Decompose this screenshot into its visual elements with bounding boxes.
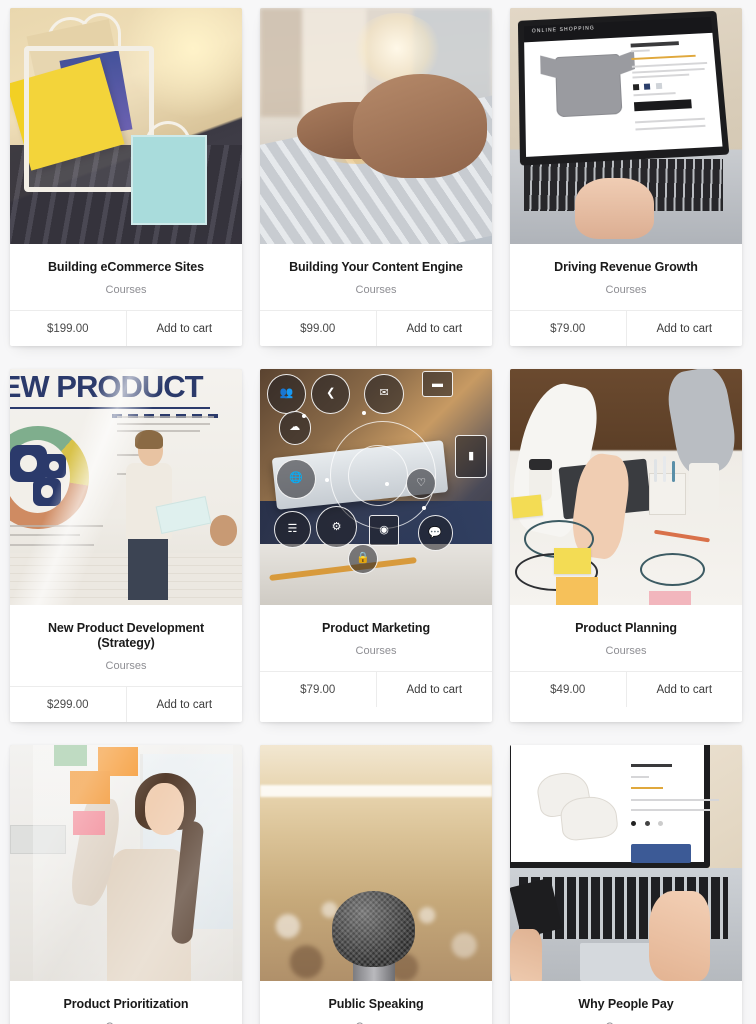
product-grid: Building eCommerce Sites Courses $199.00… — [0, 0, 756, 1024]
product-card[interactable]: 👥 ❮ ✉ ☁ 🌐 ☴ ⚙ ◉ 💬 ▮ 🔒 ▬ ♡ Product Market… — [260, 369, 492, 722]
product-info: Driving Revenue Growth Courses — [510, 244, 742, 310]
product-info: Building Your Content Engine Courses — [260, 244, 492, 310]
product-image[interactable] — [260, 8, 492, 244]
digital-marketing-icons-photo: 👥 ❮ ✉ ☁ 🌐 ☴ ⚙ ◉ 💬 ▮ 🔒 ▬ ♡ — [260, 369, 492, 605]
product-image[interactable]: 👥 ❮ ✉ ☁ 🌐 ☴ ⚙ ◉ 💬 ▮ 🔒 ▬ ♡ — [260, 369, 492, 605]
product-price: $79.00 — [260, 672, 377, 707]
add-to-cart-button[interactable]: Add to cart — [377, 311, 493, 346]
add-to-cart-button[interactable]: Add to cart — [627, 672, 743, 707]
woman-sticky-notes-glass-photo — [10, 745, 242, 981]
globe-icon: 🌐 — [276, 458, 316, 499]
product-card[interactable]: Why People Pay Courses $79.00 Add to car… — [510, 745, 742, 1024]
mail-icon: ✉ — [364, 373, 404, 414]
laptop-shop-page-photo: ONLINE SHOPPING — [510, 8, 742, 244]
product-info: Building eCommerce Sites Courses — [10, 244, 242, 310]
wifi-icon: ☴ — [273, 510, 312, 549]
add-to-cart-button[interactable]: Add to cart — [627, 311, 743, 346]
product-category: Courses — [105, 284, 147, 296]
product-title: Product Planning — [575, 621, 677, 635]
product-image[interactable] — [10, 8, 242, 244]
product-card[interactable]: Building Your Content Engine Courses $99… — [260, 8, 492, 346]
product-footer: $99.00 Add to cart — [260, 310, 492, 346]
scene-shop-header: ONLINE SHOPPING — [532, 25, 596, 34]
add-to-cart-button[interactable]: Add to cart — [127, 687, 243, 722]
product-info: Product Marketing Courses — [260, 605, 492, 671]
product-title: Driving Revenue Growth — [554, 260, 698, 274]
product-title: Why People Pay — [578, 997, 674, 1011]
cloud-icon: ☁ — [278, 411, 312, 445]
product-card[interactable]: Product Planning Courses $49.00 Add to c… — [510, 369, 742, 722]
product-card[interactable]: ONLINE SHOPPING Driving Revenue Growth C… — [510, 8, 742, 346]
product-footer: $299.00 Add to cart — [10, 686, 242, 722]
product-card[interactable]: EW PRODUCT — [10, 369, 242, 722]
product-info: Product Planning Courses — [510, 605, 742, 671]
product-image[interactable]: ONLINE SHOPPING — [510, 8, 742, 244]
product-price: $199.00 — [10, 311, 127, 346]
product-category: Courses — [605, 284, 647, 296]
product-title: Building Your Content Engine — [289, 260, 463, 274]
users-icon: 👥 — [266, 373, 307, 414]
product-info: Why People Pay Courses — [510, 981, 742, 1024]
mobile-icon: ▮ — [454, 435, 488, 478]
product-category: Courses — [605, 645, 647, 657]
product-title: Public Speaking — [328, 997, 424, 1011]
add-to-cart-button[interactable]: Add to cart — [377, 672, 493, 707]
add-to-cart-button[interactable]: Add to cart — [127, 311, 243, 346]
camera-icon: ◉ — [369, 515, 400, 546]
microphone-crowd-photo — [260, 745, 492, 981]
laptop-sneaker-shop-photo — [510, 745, 742, 981]
hands-typing-photo — [260, 8, 492, 244]
product-card[interactable]: Product Prioritization Courses $49.00 Ad… — [10, 745, 242, 1024]
product-category: Courses — [105, 660, 147, 672]
product-title: New Product Development (Strategy) — [47, 621, 205, 650]
product-image[interactable] — [10, 745, 242, 981]
product-footer: $79.00 Add to cart — [260, 671, 492, 707]
product-title: Product Marketing — [321, 621, 431, 635]
new-product-presentation-photo: EW PRODUCT — [10, 369, 242, 605]
product-image[interactable] — [260, 745, 492, 981]
product-info: Product Prioritization Courses — [10, 981, 242, 1024]
product-card[interactable]: Building eCommerce Sites Courses $199.00… — [10, 8, 242, 346]
heart-icon: ♡ — [406, 468, 437, 499]
product-price: $49.00 — [510, 672, 627, 707]
product-footer: $49.00 Add to cart — [510, 671, 742, 707]
product-category: Courses — [355, 645, 397, 657]
product-image[interactable] — [510, 745, 742, 981]
product-category: Courses — [355, 284, 397, 296]
product-info: New Product Development (Strategy) Cours… — [10, 605, 242, 686]
product-card[interactable]: Public Speaking Courses $99.00 Add to ca… — [260, 745, 492, 1024]
product-footer: $199.00 Add to cart — [10, 310, 242, 346]
chat-icon: 💬 — [417, 515, 453, 551]
product-title: Product Prioritization — [63, 997, 189, 1011]
team-planning-photo — [510, 369, 742, 605]
product-info: Public Speaking Courses — [260, 981, 492, 1024]
product-price: $299.00 — [10, 687, 127, 722]
monitor-icon: ▬ — [422, 371, 453, 398]
product-footer: $79.00 Add to cart — [510, 310, 742, 346]
product-image[interactable] — [510, 369, 742, 605]
shopping-bags-cart-photo — [10, 8, 242, 244]
share-icon: ❮ — [311, 373, 351, 414]
product-image[interactable]: EW PRODUCT — [10, 369, 242, 605]
product-title: Building eCommerce Sites — [48, 260, 204, 274]
product-price: $99.00 — [260, 311, 377, 346]
product-price: $79.00 — [510, 311, 627, 346]
